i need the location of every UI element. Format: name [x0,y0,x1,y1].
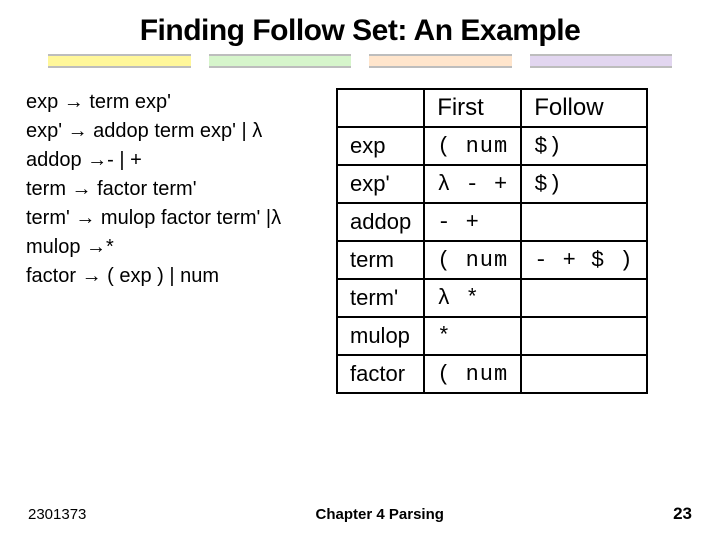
table-row: term ( num - + $ ) [337,241,647,279]
header-blank [337,89,424,127]
grammar-rule: exp → term exp' [26,88,346,117]
bar-orange [369,54,512,68]
cell-follow [521,355,646,393]
grammar-rule: addop →- | + [26,146,346,175]
header-first: First [424,89,521,127]
cell-first: ( num [424,127,521,165]
bar-yellow [48,54,191,68]
cell-follow: - + $ ) [521,241,646,279]
cell-follow [521,317,646,355]
table-row: exp ( num $) [337,127,647,165]
cell-name: mulop [337,317,424,355]
grammar-rule: mulop →* [26,233,346,262]
decorative-bars [0,54,720,68]
table-row: term' λ * [337,279,647,317]
cell-name: factor [337,355,424,393]
content-area: exp → term exp' exp' → addop term exp' |… [0,88,720,394]
cell-first: - + [424,203,521,241]
cell-name: exp' [337,165,424,203]
header-follow: Follow [521,89,646,127]
grammar-rule: term → factor term' [26,175,346,204]
cell-name: addop [337,203,424,241]
grammar-rule: term' → mulop factor term' |λ [26,204,346,233]
table-row: factor ( num [337,355,647,393]
cell-first: λ * [424,279,521,317]
slide-title: Finding Follow Set: An Example [0,0,720,54]
cell-name: term [337,241,424,279]
first-follow-table: First Follow exp ( num $) exp' λ - + $) … [336,88,648,394]
cell-follow [521,203,646,241]
cell-first: λ - + [424,165,521,203]
table-header-row: First Follow [337,89,647,127]
cell-name: term' [337,279,424,317]
cell-follow: $) [521,127,646,165]
slide-number: 23 [673,504,692,524]
course-code: 2301373 [28,506,86,523]
cell-follow: $) [521,165,646,203]
table-row: addop - + [337,203,647,241]
grammar-rules: exp → term exp' exp' → addop term exp' |… [26,88,346,291]
cell-first: ( num [424,355,521,393]
grammar-rule: exp' → addop term exp' | λ [26,117,346,146]
chapter-label: Chapter 4 Parsing [316,506,444,523]
grammar-rule: factor → ( exp ) | num [26,262,346,291]
cell-name: exp [337,127,424,165]
table-row: mulop * [337,317,647,355]
cell-follow [521,279,646,317]
table-row: exp' λ - + $) [337,165,647,203]
bar-purple [530,54,673,68]
first-follow-table-wrap: First Follow exp ( num $) exp' λ - + $) … [336,88,694,394]
slide-footer: 2301373 Chapter 4 Parsing 23 [0,504,720,524]
bar-green [209,54,352,68]
cell-first: ( num [424,241,521,279]
cell-first: * [424,317,521,355]
